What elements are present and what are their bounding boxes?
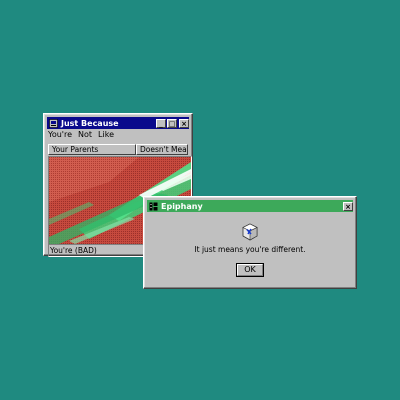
column-header-your-parents[interactable]: Your Parents: [48, 144, 136, 155]
menu-item-youre[interactable]: You're: [48, 130, 72, 141]
close-icon: ×: [181, 119, 187, 128]
minimize-button[interactable]: _: [156, 118, 166, 128]
column-header-row: Your Parents Doesn't Mean: [48, 144, 188, 155]
title-bar[interactable]: Just Because _ □ ×: [47, 117, 189, 129]
dialog-title-bar[interactable]: Epiphany ×: [147, 200, 353, 212]
dialog-close-button[interactable]: ×: [343, 201, 353, 211]
ok-button-label: OK: [244, 265, 256, 274]
minimize-icon: _: [159, 119, 163, 128]
dialog-message: It just means you're different.: [194, 245, 306, 254]
close-button[interactable]: ×: [179, 118, 189, 128]
maximize-icon: □: [168, 119, 176, 128]
ok-button[interactable]: OK: [236, 263, 264, 277]
menu-bar: You're Not Like: [48, 130, 114, 141]
cube-info-icon: [242, 223, 258, 241]
column-header-doesnt-mean[interactable]: Doesn't Mean: [136, 144, 188, 155]
maximize-button[interactable]: □: [167, 118, 177, 128]
menu-item-not[interactable]: Not: [78, 130, 92, 141]
window-title: Just Because: [61, 118, 119, 128]
app-icon: [49, 118, 58, 128]
window-epiphany: Epiphany × It just means you're differen…: [143, 196, 357, 289]
dialog-app-icon: [149, 202, 158, 210]
close-icon: ×: [345, 202, 351, 211]
menu-item-like[interactable]: Like: [98, 130, 114, 141]
dialog-title: Epiphany: [161, 201, 203, 211]
